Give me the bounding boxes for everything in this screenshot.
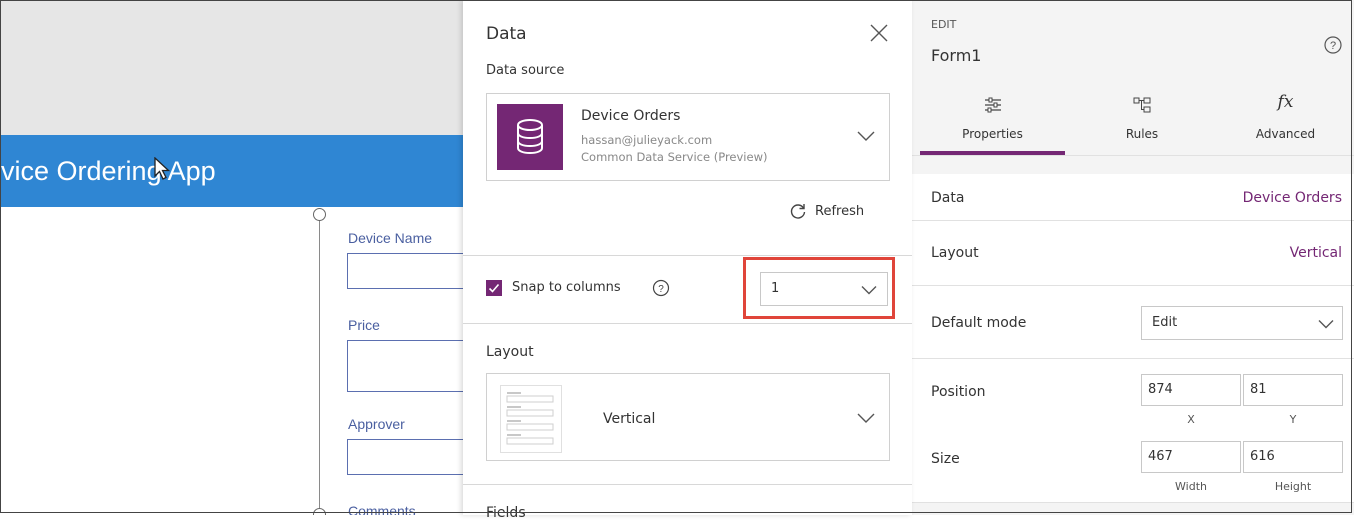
device-name-input[interactable]: [347, 253, 463, 289]
divider: [463, 255, 912, 256]
default-mode-label: Default mode: [931, 315, 1027, 331]
data-property-label: Data: [931, 190, 965, 206]
chevron-down-icon: [857, 131, 875, 141]
columns-dropdown[interactable]: 1: [760, 272, 888, 306]
help-icon[interactable]: ?: [1323, 35, 1343, 55]
data-source-label: Data source: [486, 63, 565, 78]
refresh-button[interactable]: Refresh: [789, 202, 864, 220]
layout-section-label: Layout: [486, 344, 534, 360]
position-label: Position: [931, 384, 986, 400]
columns-value: 1: [771, 281, 780, 296]
field-label-comments: Comments: [348, 503, 416, 515]
divider: [463, 323, 912, 324]
data-source-dropdown[interactable]: Device Orders hassan@julieyack.com Commo…: [486, 93, 890, 181]
height-caption: Height: [1274, 480, 1312, 493]
position-x-input[interactable]: 874: [1141, 374, 1241, 406]
divider: [463, 484, 912, 485]
default-mode-value: Edit: [1152, 315, 1178, 330]
canvas-background: [0, 0, 463, 135]
chevron-down-icon: [861, 286, 877, 295]
tab-advanced[interactable]: fx Advanced: [1217, 92, 1354, 154]
field-label-approver: Approver: [348, 416, 405, 432]
app-canvas: evice Ordering App Device Name Price App…: [0, 0, 463, 515]
sliders-icon: [984, 97, 1001, 113]
layout-property-label: Layout: [931, 245, 979, 261]
data-source-email: hassan@julieyack.com: [581, 133, 713, 147]
chevron-down-icon: [1318, 320, 1334, 329]
data-source-name: Device Orders: [581, 108, 681, 124]
size-label: Size: [931, 451, 960, 467]
vertical-layout-thumbnail-icon: [500, 385, 562, 453]
database-icon: [497, 104, 563, 170]
refresh-icon: [790, 204, 806, 219]
price-input[interactable]: [347, 340, 463, 392]
resize-handle[interactable]: [313, 508, 326, 515]
svg-text:?: ?: [1330, 40, 1336, 52]
data-source-service: Common Data Service (Preview): [581, 150, 768, 164]
position-y-input[interactable]: 81: [1243, 374, 1343, 406]
field-label-device-name: Device Name: [348, 230, 433, 246]
tab-properties-label: Properties: [962, 127, 1023, 141]
checkmark-icon: [488, 283, 500, 293]
y-caption: Y: [1289, 413, 1297, 426]
chevron-down-icon: [857, 413, 875, 423]
app-title[interactable]: evice Ordering App: [0, 156, 216, 187]
control-name: Form1: [931, 46, 982, 65]
layout-value: Vertical: [603, 411, 656, 427]
fx-icon: fx: [1277, 92, 1294, 112]
default-mode-dropdown[interactable]: Edit: [1141, 306, 1343, 340]
properties-panel: EDIT Form1 ? Properties Rules fx Advance…: [912, 0, 1354, 515]
tab-properties[interactable]: Properties: [920, 92, 1065, 155]
layout-property-row: Layout Vertical: [912, 221, 1354, 285]
tab-rules[interactable]: Rules: [1072, 92, 1212, 154]
approver-input[interactable]: [347, 439, 463, 475]
refresh-label: Refresh: [815, 203, 865, 219]
help-icon[interactable]: ?: [652, 279, 670, 297]
data-property-row: Data Device Orders: [912, 174, 1354, 220]
mouse-cursor-icon: [154, 157, 171, 180]
snap-to-columns-checkbox[interactable]: [486, 280, 502, 296]
data-panel: Data Data source Device Orders hassan@ju…: [463, 0, 912, 521]
close-icon[interactable]: [868, 22, 890, 44]
tab-advanced-label: Advanced: [1255, 127, 1316, 141]
section-label: EDIT: [931, 18, 957, 31]
x-caption: X: [1187, 413, 1195, 426]
layout-dropdown[interactable]: Vertical: [486, 373, 890, 461]
divider: [912, 155, 1354, 156]
svg-text:?: ?: [658, 284, 664, 295]
rules-icon: [1133, 97, 1151, 113]
width-caption: Width: [1175, 480, 1207, 493]
fields-section-label: Fields: [486, 505, 526, 521]
divider: [912, 502, 1354, 503]
selection-border: [319, 214, 320, 515]
data-panel-title: Data: [486, 24, 527, 44]
data-property-value[interactable]: Device Orders: [1243, 190, 1342, 206]
tab-rules-label: Rules: [1125, 127, 1159, 141]
layout-property-value[interactable]: Vertical: [1290, 245, 1342, 261]
height-input[interactable]: 616: [1243, 441, 1343, 473]
snap-to-columns-label: Snap to columns: [512, 280, 621, 295]
resize-handle[interactable]: [313, 208, 326, 221]
width-input[interactable]: 467: [1141, 441, 1241, 473]
field-label-price: Price: [348, 317, 380, 333]
